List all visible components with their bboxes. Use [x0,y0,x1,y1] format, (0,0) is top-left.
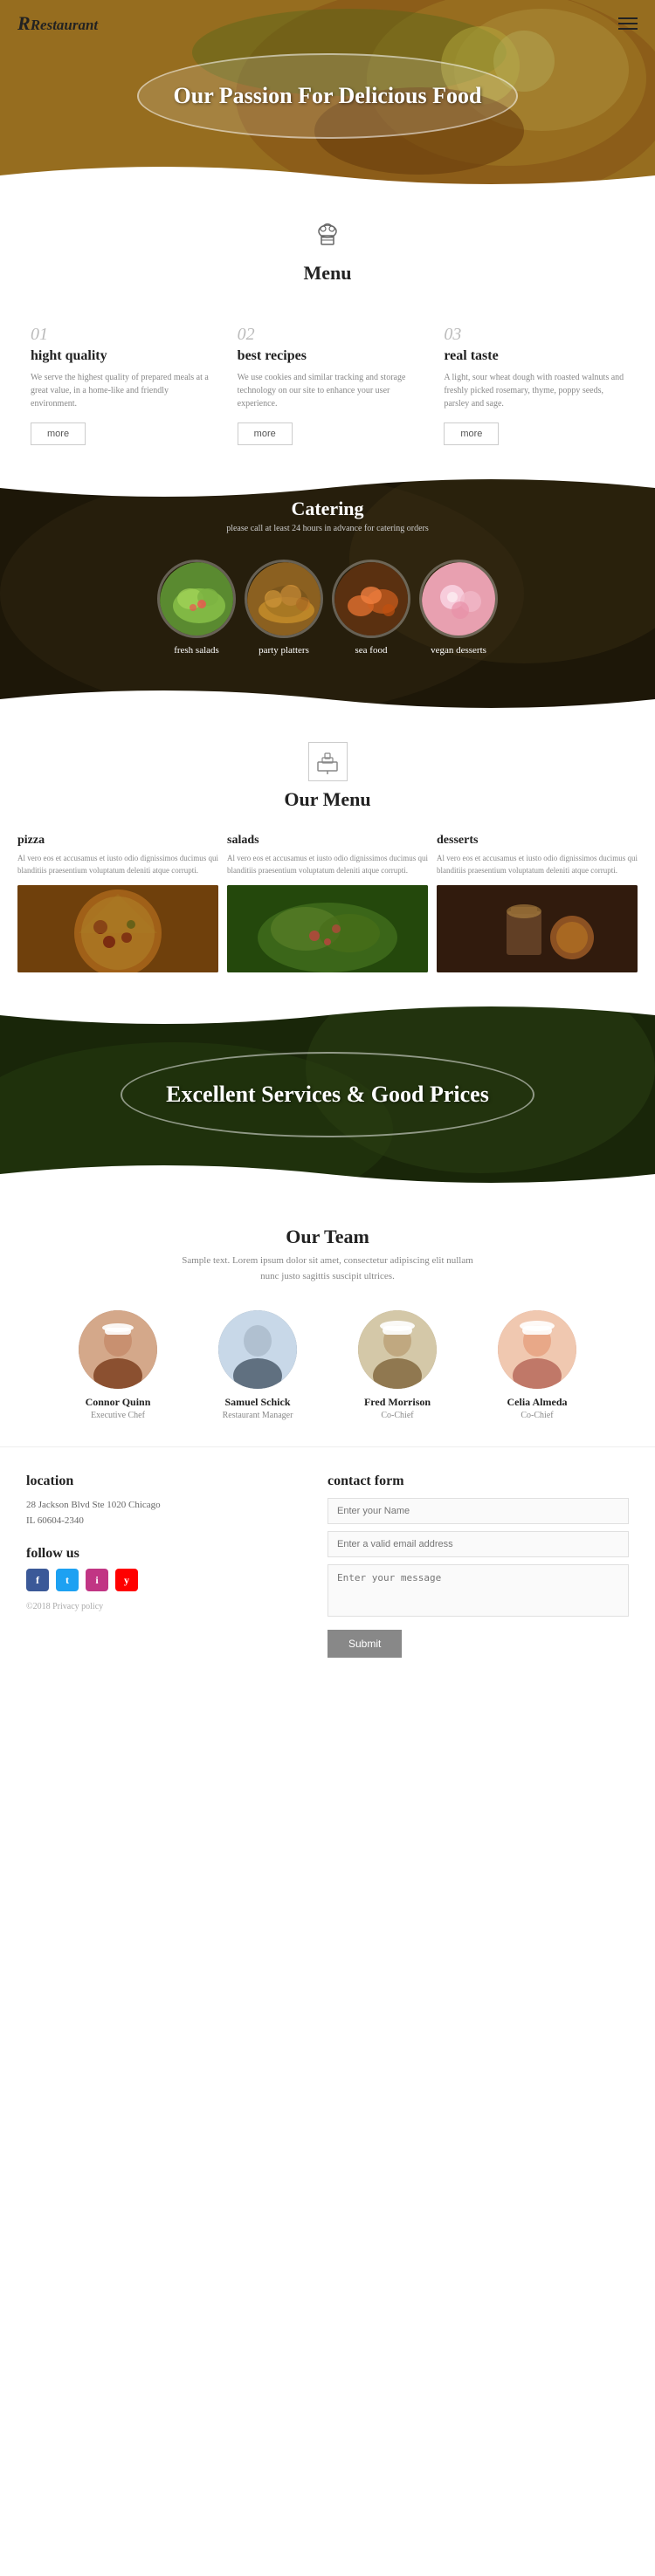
feature-text-3: A light, sour wheat dough with roasted w… [444,371,624,410]
team-member-3: Fred Morrison Co-Chief [336,1310,458,1420]
twitter-icon[interactable]: t [56,1569,79,1591]
team-avatar-fred [358,1310,437,1389]
feature-text-1: We serve the highest quality of prepared… [31,371,211,410]
services-text-box: Excellent Services & Good Prices [121,1052,534,1137]
team-name-4: Celia Almeda [507,1396,568,1409]
menu-col-desserts: desserts Al vero eos et accusamus et ius… [437,834,638,972]
team-subtitle: Sample text. Lorem ipsum dolor sit amet,… [175,1254,480,1284]
menu-heading: Menu [17,262,638,285]
our-menu-section: Our Menu [0,716,655,825]
logo[interactable]: RRestaurant [17,12,98,35]
menu-item-title-pizza: pizza [17,834,218,848]
menu-hamburger-icon[interactable] [618,17,638,30]
feature-title-1: hight quality [31,348,211,364]
catering-title: Catering [0,498,655,520]
catering-item-platters[interactable]: party platters [245,560,323,656]
follow-heading: follow us [26,1546,328,1562]
feature-col-1: 01 hight quality We serve the highest qu… [17,325,224,445]
chef-icon [17,218,638,257]
catering-circle-salads [157,560,236,638]
catering-item-salads[interactable]: fresh salads [157,560,236,656]
menu-icon-box [308,742,348,781]
menu-item-text-salads: Al vero eos et accusamus et iusto odio d… [227,853,428,876]
menu-item-title-desserts: desserts [437,834,638,848]
location-heading: location [26,1473,328,1489]
menu-item-img-desserts [437,885,638,972]
team-heading: Our Team [17,1226,638,1248]
catering-item-vegan[interactable]: vegan desserts [419,560,498,656]
feature-title-3: real taste [444,348,624,364]
feature-num-2: 02 [238,325,418,345]
menu-section: Menu [0,192,655,307]
services-section: Excellent Services & Good Prices [0,999,655,1191]
services-content: Excellent Services & Good Prices [121,1052,534,1137]
team-avatar-connor [79,1310,157,1389]
contact-email-input[interactable] [328,1531,629,1557]
catering-section: Catering please call at least 24 hours i… [0,471,655,716]
our-menu-heading: Our Menu [17,788,638,811]
copyright: ©2018 Privacy policy [26,1602,328,1611]
features-section: 01 hight quality We serve the highest qu… [0,307,655,471]
social-icons: f t i y [26,1569,328,1591]
catering-circle-vegan [419,560,498,638]
footer: location 28 Jackson Blvd Ste 1020 Chicag… [0,1446,655,1675]
contact-form-heading: contact form [328,1473,629,1489]
team-members-list: Connor Quinn Executive Chef Samuel Schic… [17,1310,638,1420]
team-name-1: Connor Quinn [86,1396,151,1409]
facebook-icon[interactable]: f [26,1569,49,1591]
menu-item-text-pizza: Al vero eos et accusamus et iusto odio d… [17,853,218,876]
submit-button[interactable]: Submit [328,1630,402,1658]
address-line1: 28 Jackson Blvd Ste 1020 Chicago [26,1498,328,1514]
catering-circle-platters [245,560,323,638]
contact-name-input[interactable] [328,1498,629,1524]
team-section: Our Team Sample text. Lorem ipsum dolor … [0,1191,655,1446]
feature-more-btn-1[interactable]: more [31,422,86,445]
catering-circle-seafood [332,560,410,638]
feature-num-3: 03 [444,325,624,345]
footer-address: 28 Jackson Blvd Ste 1020 Chicago IL 6060… [26,1498,328,1528]
feature-col-2: 02 best recipes We use cookies and simil… [224,325,431,445]
menu-item-title-salads: salads [227,834,428,848]
footer-left: location 28 Jackson Blvd Ste 1020 Chicag… [26,1473,328,1658]
team-avatar-celia [498,1310,576,1389]
contact-message-textarea[interactable] [328,1564,629,1617]
catering-label-seafood: sea food [355,645,388,656]
hero-text-box: Our Passion For Delicious Food [137,53,519,139]
team-role-3: Co-Chief [381,1411,413,1420]
feature-text-2: We use cookies and similar tracking and … [238,371,418,410]
team-member-2: Samuel Schick Restaurant Manager [196,1310,319,1420]
team-member-4: Celia Almeda Co-Chief [476,1310,598,1420]
catering-label-salads: fresh salads [174,645,219,656]
menu-item-img-pizza [17,885,218,972]
catering-item-seafood[interactable]: sea food [332,560,410,656]
feature-title-2: best recipes [238,348,418,364]
team-member-1: Connor Quinn Executive Chef [57,1310,179,1420]
address-line2: IL 60604-2340 [26,1514,328,1529]
team-role-1: Executive Chef [91,1411,145,1420]
team-avatar-samuel [218,1310,297,1389]
team-role-4: Co-Chief [521,1411,553,1420]
team-role-2: Restaurant Manager [223,1411,293,1420]
feature-num-1: 01 [31,325,211,345]
catering-items: fresh salads party platters [0,560,655,656]
menu-item-img-salads [227,885,428,972]
youtube-icon[interactable]: y [115,1569,138,1591]
hero-title: Our Passion For Delicious Food [174,81,482,111]
footer-right: contact form Submit [328,1473,629,1658]
team-name-3: Fred Morrison [364,1396,431,1409]
menu-items-section: pizza Al vero eos et accusamus et iusto … [0,825,655,999]
team-name-2: Samuel Schick [224,1396,290,1409]
feature-more-btn-3[interactable]: more [444,422,499,445]
menu-col-salads: salads Al vero eos et accusamus et iusto… [227,834,428,972]
catering-label-vegan: vegan desserts [431,645,486,656]
feature-col-3: 03 real taste A light, sour wheat dough … [431,325,638,445]
catering-subtitle: please call at least 24 hours in advance… [0,524,655,533]
menu-col-pizza: pizza Al vero eos et accusamus et iusto … [17,834,218,972]
header: RRestaurant [0,0,655,47]
catering-label-platters: party platters [259,645,309,656]
menu-item-text-desserts: Al vero eos et accusamus et iusto odio d… [437,853,638,876]
services-title: Excellent Services & Good Prices [166,1080,489,1109]
feature-more-btn-2[interactable]: more [238,422,293,445]
instagram-icon[interactable]: i [86,1569,108,1591]
